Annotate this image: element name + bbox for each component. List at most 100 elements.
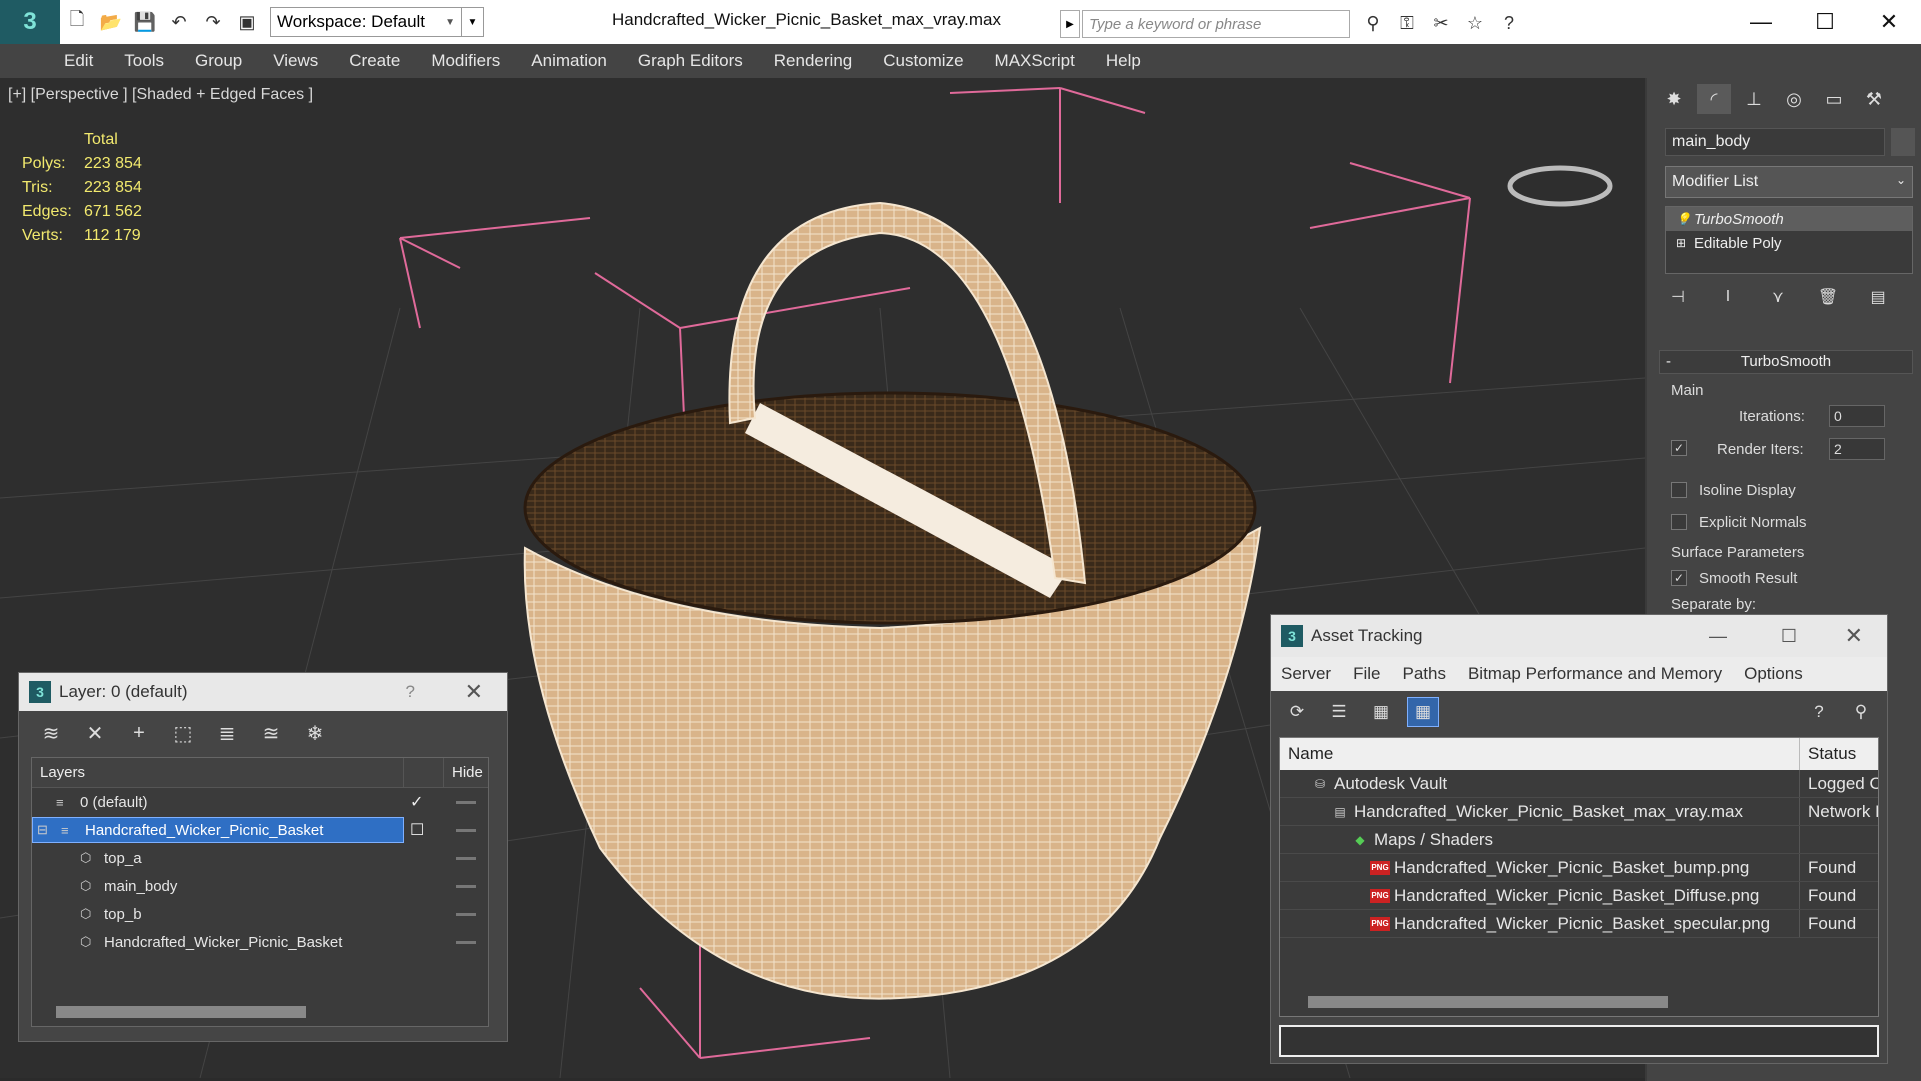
minimize-icon[interactable]: — bbox=[1709, 626, 1727, 647]
hierarchy-tab-icon[interactable]: ⊥ bbox=[1737, 84, 1771, 114]
workspace-menu-button[interactable]: ▼ bbox=[462, 7, 484, 37]
col-hide[interactable]: Hide bbox=[444, 764, 483, 781]
asset-row[interactable]: PNG Handcrafted_Wicker_Picnic_Basket_Diff… bbox=[1280, 882, 1878, 910]
menu-edit[interactable]: Edit bbox=[64, 51, 93, 71]
new-file-icon[interactable]: 🗋 bbox=[60, 7, 94, 37]
render-iters-checkbox[interactable]: ✓ bbox=[1671, 440, 1687, 456]
horizontal-scrollbar[interactable] bbox=[1308, 996, 1668, 1008]
menu-maxscript[interactable]: MAXScript bbox=[995, 51, 1075, 71]
asset-dialog-titlebar[interactable]: 3 Asset Tracking — ☐ ✕ bbox=[1271, 615, 1887, 657]
menu-file[interactable]: File bbox=[1353, 664, 1380, 684]
redo-icon[interactable]: ↷ bbox=[196, 7, 230, 37]
hide-toggle[interactable] bbox=[456, 801, 476, 804]
layer-object-row[interactable]: ⬡ Handcrafted_Wicker_Picnic_Basket bbox=[32, 928, 488, 956]
pin-stack-icon[interactable]: ⊣ bbox=[1665, 284, 1691, 310]
stack-item-turbosmooth[interactable]: 💡 TurboSmooth bbox=[1666, 207, 1912, 231]
asset-row[interactable]: ◆ Maps / Shaders bbox=[1280, 826, 1878, 854]
motion-tab-icon[interactable]: ◎ bbox=[1777, 84, 1811, 114]
smooth-result-checkbox[interactable]: ✓ bbox=[1671, 570, 1687, 586]
menu-options[interactable]: Options bbox=[1744, 664, 1803, 684]
create-layer-icon[interactable]: ≋ bbox=[37, 719, 65, 747]
close-button[interactable]: ✕ bbox=[1857, 0, 1921, 44]
layer-object-row[interactable]: ⬡ top_a bbox=[32, 844, 488, 872]
explicit-normals-checkbox[interactable] bbox=[1671, 514, 1687, 530]
project-icon[interactable]: ▣ bbox=[230, 7, 264, 37]
menu-modifiers[interactable]: Modifiers bbox=[431, 51, 500, 71]
search-expand-button[interactable]: ▶ bbox=[1060, 10, 1080, 38]
horizontal-scrollbar[interactable] bbox=[56, 1006, 306, 1018]
refresh-icon[interactable]: ⟳ bbox=[1281, 697, 1313, 727]
help-button[interactable]: ? bbox=[406, 682, 415, 702]
help-icon[interactable]: ? bbox=[1803, 697, 1835, 727]
undo-icon[interactable]: ↶ bbox=[162, 7, 196, 37]
col-status[interactable]: Status bbox=[1800, 744, 1856, 764]
save-icon[interactable]: 💾 bbox=[128, 7, 162, 37]
select-in-layer-icon[interactable]: ⬚ bbox=[169, 719, 197, 747]
app-logo-icon[interactable]: 3 bbox=[0, 0, 60, 44]
object-color-swatch[interactable] bbox=[1891, 128, 1915, 156]
highlight-layer-icon[interactable]: ≣ bbox=[213, 719, 241, 747]
col-layers[interactable]: Layers bbox=[32, 758, 404, 787]
minimize-button[interactable]: — bbox=[1729, 0, 1793, 44]
hide-toggle[interactable] bbox=[456, 829, 476, 832]
layer-row[interactable]: ≡ 0 (default) ✓ bbox=[32, 788, 488, 816]
stack-item-editable-poly[interactable]: ⊞ Editable Poly bbox=[1666, 231, 1912, 255]
menu-server[interactable]: Server bbox=[1281, 664, 1331, 684]
asset-row[interactable]: PNG Handcrafted_Wicker_Picnic_Basket_spec… bbox=[1280, 910, 1878, 938]
close-icon[interactable]: ✕ bbox=[465, 679, 483, 705]
tools-icon[interactable]: ✂ bbox=[1424, 8, 1458, 38]
collapse-icon[interactable]: ⊟ bbox=[37, 822, 55, 838]
lightbulb-icon[interactable]: 💡 bbox=[1676, 212, 1694, 226]
configure-sets-icon[interactable]: ▤ bbox=[1865, 284, 1891, 310]
create-tab-icon[interactable]: ✸ bbox=[1657, 84, 1691, 114]
star-icon[interactable]: ☆ bbox=[1458, 8, 1492, 38]
hide-toggle[interactable] bbox=[456, 913, 476, 916]
layer-dialog-titlebar[interactable]: 3 Layer: 0 (default) ? ✕ bbox=[19, 673, 507, 711]
viewcube[interactable] bbox=[1507, 78, 1613, 207]
menu-bitmap-performance[interactable]: Bitmap Performance and Memory bbox=[1468, 664, 1722, 684]
thumbnail-view-icon[interactable]: ▦ bbox=[1365, 697, 1397, 727]
asset-row[interactable]: PNG Handcrafted_Wicker_Picnic_Basket_bump… bbox=[1280, 854, 1878, 882]
add-to-layer-icon[interactable]: + bbox=[125, 719, 153, 747]
asset-row[interactable]: ▤ Handcrafted_Wicker_Picnic_Basket_max_vr… bbox=[1280, 798, 1878, 826]
isoline-checkbox[interactable] bbox=[1671, 482, 1687, 498]
hide-toggle[interactable] bbox=[456, 941, 476, 944]
show-end-result-icon[interactable]: I bbox=[1715, 284, 1741, 310]
render-iters-spinner[interactable]: 2 bbox=[1829, 438, 1885, 460]
viewport-label[interactable]: [+] [Perspective ] [Shaded + Edged Faces… bbox=[8, 86, 313, 104]
menu-group[interactable]: Group bbox=[195, 51, 242, 71]
help-icon[interactable]: ? bbox=[1492, 8, 1526, 38]
asset-row[interactable]: ⛁ Autodesk Vault Logged O bbox=[1280, 770, 1878, 798]
current-layer-box-icon[interactable]: ☐ bbox=[410, 820, 424, 840]
make-unique-icon[interactable]: ⋎ bbox=[1765, 284, 1791, 310]
list-view-icon[interactable]: ☰ bbox=[1323, 697, 1355, 727]
object-name-field[interactable]: main_body bbox=[1665, 128, 1885, 156]
remove-modifier-icon[interactable]: 🗑 bbox=[1815, 284, 1841, 310]
modifier-list-dropdown[interactable]: Modifier List ⌄ bbox=[1665, 166, 1913, 198]
layer-object-row[interactable]: ⬡ top_b bbox=[32, 900, 488, 928]
workspace-select[interactable]: Workspace: Default ▼ bbox=[270, 7, 462, 37]
table-view-icon[interactable]: ▦ bbox=[1407, 697, 1439, 727]
layer-object-row[interactable]: ⬡ main_body bbox=[32, 872, 488, 900]
layer-row[interactable]: ⊟ ≡ Handcrafted_Wicker_Picnic_Basket ☐ bbox=[32, 816, 488, 844]
display-tab-icon[interactable]: ▭ bbox=[1817, 84, 1851, 114]
maximize-icon[interactable]: ☐ bbox=[1781, 626, 1797, 647]
modify-tab-icon[interactable]: ◜ bbox=[1697, 84, 1731, 114]
hide-toggle[interactable] bbox=[456, 885, 476, 888]
col-name[interactable]: Name bbox=[1280, 738, 1800, 770]
open-file-icon[interactable]: 📂 bbox=[94, 7, 128, 37]
menu-tools[interactable]: Tools bbox=[124, 51, 164, 71]
search-input[interactable]: Type a keyword or phrase bbox=[1082, 10, 1350, 38]
menu-paths[interactable]: Paths bbox=[1402, 664, 1445, 684]
iterations-spinner[interactable]: 0 bbox=[1829, 405, 1885, 427]
maximize-button[interactable]: ☐ bbox=[1793, 0, 1857, 44]
menu-views[interactable]: Views bbox=[273, 51, 318, 71]
close-icon[interactable]: ✕ bbox=[1845, 623, 1863, 649]
rollout-turbosmooth[interactable]: - TurboSmooth bbox=[1659, 350, 1913, 374]
menu-rendering[interactable]: Rendering bbox=[774, 51, 852, 71]
hide-all-icon[interactable]: ≊ bbox=[257, 719, 285, 747]
binoculars-icon[interactable]: ⚲ bbox=[1356, 8, 1390, 38]
freeze-all-icon[interactable]: ❄ bbox=[301, 719, 329, 747]
menu-graph-editors[interactable]: Graph Editors bbox=[638, 51, 743, 71]
menu-help[interactable]: Help bbox=[1106, 51, 1141, 71]
